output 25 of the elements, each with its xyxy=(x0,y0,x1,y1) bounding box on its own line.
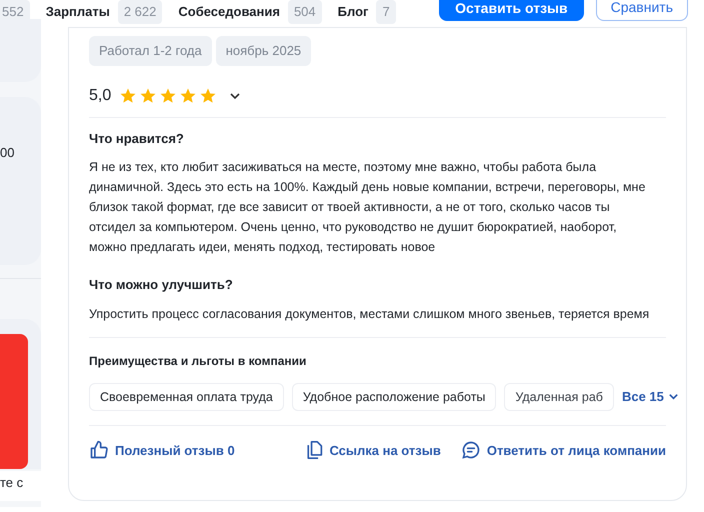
helpful-button[interactable]: Полезный отзыв 0 xyxy=(89,440,235,460)
sidebar-text: 00 xyxy=(0,144,16,162)
section-title: Что можно улучшить? xyxy=(89,276,234,294)
benefit-chip: Удаленная раб xyxy=(504,382,614,412)
count-badge: 7 xyxy=(376,0,396,24)
copy-link-button[interactable]: Ссылка на отзыв xyxy=(305,440,441,460)
compare-button[interactable]: Сравнить xyxy=(596,0,688,21)
review-text: Упростить процесс согласования документов, местами слишком много звеньев, теряется время xyxy=(89,306,650,323)
nav-link[interactable]: Зарплаты xyxy=(46,2,110,22)
count-badge: 504 xyxy=(288,0,322,24)
reply-button[interactable]: Ответить от лица компании xyxy=(460,440,666,460)
benefit-chip: Своевременная оплата труда xyxy=(89,382,284,412)
show-all-button[interactable]: Все 15 xyxy=(622,387,679,407)
review-text: Я не из тех, кто любит засиживаться на месте, поэтому мне важно, чтобы работа была динамичной. Здесь это есть на 100%. Каждый день новые компании, встречи, переговоры, мне близок такой формат, где все зависит от твоей активности, а не от того, сколько часов ты отсидел за компьютером. Очень ценно, что руководство не душит бюрократией, наоборот, можно предлагать идеи, менять подход, тестировать новое xyxy=(89,159,646,256)
benefit-chip: Удобное расположение работы xyxy=(292,382,496,412)
sidebar-text: те с xyxy=(0,471,41,501)
benefits-title: Преимущества и льготы в компании xyxy=(89,352,308,370)
tag: Работал 1-2 года xyxy=(89,36,212,66)
tag: ноябрь 2025 xyxy=(216,36,312,66)
section-title: Что нравится? xyxy=(89,130,185,148)
nav-link[interactable]: Блог xyxy=(338,2,368,22)
nav-link[interactable]: Собеседования xyxy=(178,2,280,22)
count-badge: 2 622 xyxy=(118,0,162,24)
leave-review-button[interactable]: Оставить отзыв xyxy=(439,0,584,21)
rating-value: 5,0 xyxy=(89,86,112,106)
